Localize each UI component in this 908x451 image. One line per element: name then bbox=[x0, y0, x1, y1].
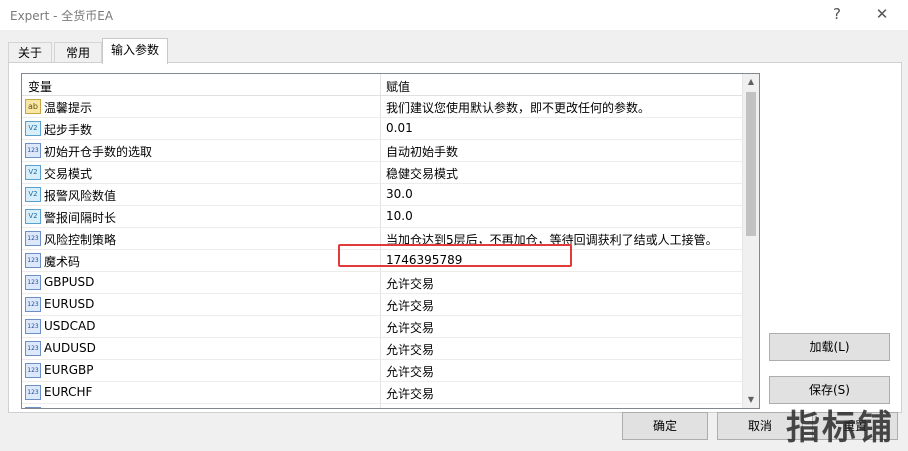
variable-value[interactable]: 允许交易 bbox=[386, 297, 434, 314]
variable-name: USDCAD bbox=[44, 319, 96, 333]
double-type-icon: V2 bbox=[25, 187, 41, 202]
integer-type-icon: 123 bbox=[25, 253, 41, 268]
ok-button[interactable]: 确定 bbox=[622, 412, 708, 440]
variable-name: 警报间隔时长 bbox=[44, 211, 117, 225]
integer-type-icon: 123 bbox=[25, 275, 41, 290]
double-type-icon: V2 bbox=[25, 209, 41, 224]
table-row[interactable]: 123 EURUSD 允许交易 bbox=[22, 294, 742, 316]
integer-type-icon: 123 bbox=[25, 143, 41, 158]
scrollbar-thumb[interactable] bbox=[746, 92, 756, 236]
variable-name: 魔术码 bbox=[44, 255, 81, 269]
variable-name: 风险控制策略 bbox=[44, 233, 117, 247]
variable-name: 初始开仓手数的选取 bbox=[44, 145, 153, 159]
double-type-icon: V2 bbox=[25, 121, 41, 136]
tab-common[interactable]: 常用 bbox=[54, 42, 102, 63]
title-bar: Expert - 全货币EA ? ✕ bbox=[0, 0, 908, 30]
double-type-icon: V2 bbox=[25, 165, 41, 180]
variable-value[interactable]: 允许交易 bbox=[386, 407, 434, 408]
variable-value[interactable]: 允许交易 bbox=[386, 363, 434, 380]
variable-name: 温馨提示 bbox=[44, 101, 93, 115]
variable-name: EURCHF bbox=[44, 385, 93, 399]
window-title: Expert - 全货币EA bbox=[10, 9, 114, 23]
scroll-down-icon[interactable]: ▼ bbox=[743, 392, 759, 408]
variable-value[interactable]: 允许交易 bbox=[386, 385, 434, 402]
variable-name: EURUSD bbox=[44, 297, 95, 311]
table-row[interactable]: 123EURJPY 允许交易 bbox=[22, 404, 742, 408]
integer-type-icon: 123 bbox=[25, 297, 41, 312]
parameters-grid[interactable]: 变量 赋值 ab 温馨提示 我们建议您使用默认参数，即不更改任何的参数。 V2 起步手数… bbox=[21, 73, 760, 409]
variable-value[interactable]: 30.0 bbox=[386, 187, 413, 201]
load-button[interactable]: 加载(L) bbox=[769, 333, 890, 361]
inputs-panel: 变量 赋值 ab 温馨提示 我们建议您使用默认参数，即不更改任何的参数。 V2 起步手数… bbox=[8, 62, 902, 413]
watermark-logo: 指标铺 bbox=[786, 408, 894, 448]
expert-dialog: Expert - 全货币EA ? ✕ 关于 常用 输入参数 变量 赋值 ab 温馨… bbox=[0, 0, 908, 451]
table-row[interactable]: V2 警报间隔时长 10.0 bbox=[22, 206, 742, 228]
tab-inputs[interactable]: 输入参数 bbox=[102, 38, 168, 64]
table-row[interactable]: V2 报警风险数值 30.0 bbox=[22, 184, 742, 206]
vertical-scrollbar[interactable]: ▲ ▼ bbox=[742, 74, 759, 408]
table-row[interactable]: V2 起步手数 0.01 bbox=[22, 118, 742, 140]
close-button[interactable]: ✕ bbox=[871, 4, 893, 26]
variable-name: 报警风险数值 bbox=[44, 189, 117, 203]
variable-name: AUDUSD bbox=[44, 341, 96, 355]
integer-type-icon: 123 bbox=[25, 385, 41, 400]
table-row[interactable]: 123 EURCHF 允许交易 bbox=[22, 382, 742, 404]
column-header-value[interactable]: 赋值 bbox=[386, 78, 410, 95]
tab-about[interactable]: 关于 bbox=[8, 42, 52, 63]
integer-type-icon: 123 bbox=[25, 341, 41, 356]
column-header-variable[interactable]: 变量 bbox=[28, 78, 52, 95]
string-type-icon: ab bbox=[25, 99, 41, 114]
grid-header: 变量 赋值 bbox=[22, 74, 742, 96]
table-row[interactable]: 123 EURGBP 允许交易 bbox=[22, 360, 742, 382]
scroll-up-icon[interactable]: ▲ bbox=[743, 74, 759, 90]
variable-value[interactable]: 10.0 bbox=[386, 209, 413, 223]
variable-value[interactable]: 0.01 bbox=[386, 121, 413, 135]
variable-name: 起步手数 bbox=[44, 123, 93, 137]
table-row[interactable]: 123 GBPUSD 允许交易 bbox=[22, 272, 742, 294]
magic-number-highlight bbox=[338, 244, 572, 267]
table-row[interactable]: ab 温馨提示 我们建议您使用默认参数，即不更改任何的参数。 bbox=[22, 96, 742, 118]
integer-type-icon: 123 bbox=[25, 363, 41, 378]
integer-type-icon: 123 bbox=[25, 319, 41, 334]
table-row[interactable]: 123 初始开仓手数的选取 自动初始手数 bbox=[22, 140, 742, 162]
variable-value[interactable]: 我们建议您使用默认参数，即不更改任何的参数。 bbox=[386, 99, 650, 116]
help-button[interactable]: ? bbox=[826, 4, 848, 26]
variable-name: GBPUSD bbox=[44, 275, 95, 289]
integer-type-icon: 123 bbox=[25, 231, 41, 246]
variable-name: 交易模式 bbox=[44, 167, 93, 181]
table-row[interactable]: 123 USDCAD 允许交易 bbox=[22, 316, 742, 338]
variable-value[interactable]: 允许交易 bbox=[386, 341, 434, 358]
variable-name: EURGBP bbox=[44, 363, 94, 377]
table-row[interactable]: 123 AUDUSD 允许交易 bbox=[22, 338, 742, 360]
table-row[interactable]: V2 交易模式 稳健交易模式 bbox=[22, 162, 742, 184]
integer-type-icon: 123 bbox=[25, 407, 41, 408]
variable-value[interactable]: 允许交易 bbox=[386, 319, 434, 336]
variable-value[interactable]: 稳健交易模式 bbox=[386, 165, 458, 182]
variable-name: EURJPY bbox=[44, 407, 87, 408]
variable-value[interactable]: 允许交易 bbox=[386, 275, 434, 292]
variable-value[interactable]: 自动初始手数 bbox=[386, 143, 458, 160]
